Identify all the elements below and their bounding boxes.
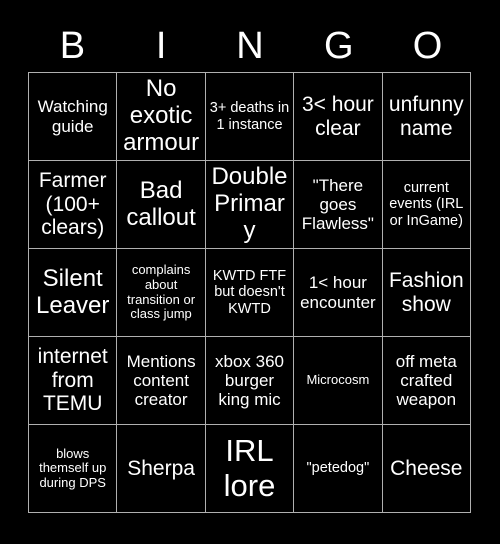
bingo-cell-label: blows themself up during DPS — [39, 445, 107, 490]
header-letter-g: G — [324, 25, 354, 67]
bingo-card: B I N G O Watching guide No exotic armou… — [0, 0, 500, 544]
bingo-cell-label: Mentions content creator — [126, 351, 196, 410]
bingo-cell-label: off meta crafted weapon — [395, 351, 457, 410]
bingo-cell[interactable]: Fashion show — [382, 249, 471, 337]
bingo-cell[interactable]: xbox 360 burger king mic — [205, 337, 295, 425]
bingo-cell-label: KWTD FTF but doesn't KWTD — [212, 268, 287, 317]
bingo-cell[interactable]: off meta crafted weapon — [382, 337, 471, 425]
bingo-cell[interactable]: "petedog" — [294, 425, 383, 513]
bingo-cell-label: "petedog" — [306, 460, 370, 477]
bingo-cell-label: Watching guide — [37, 97, 108, 136]
bingo-cell[interactable]: complains about transition or class jump — [117, 249, 206, 337]
bingo-cell[interactable]: Mentions content creator — [117, 337, 206, 425]
bingo-cell[interactable]: KWTD FTF but doesn't KWTD — [205, 249, 295, 337]
bingo-cell[interactable]: current events (IRL or InGame) — [382, 161, 471, 249]
bingo-cell-label: complains about transition or class jump — [127, 262, 196, 322]
bingo-cell[interactable]: IRL lore — [205, 425, 295, 513]
bingo-cell[interactable]: Farmer (100+ clears) — [29, 161, 118, 249]
bingo-cell-label: Sherpa — [127, 456, 195, 480]
bingo-cell[interactable]: 3< hour clear — [294, 73, 383, 161]
bingo-cell-label: internet from TEMU — [37, 345, 108, 416]
bingo-cell[interactable]: "There goes Flawless" — [294, 161, 383, 249]
bingo-cell-label: Fashion show — [388, 268, 464, 316]
bingo-cell[interactable]: Watching guide — [29, 73, 118, 161]
bingo-cell-label: xbox 360 burger king mic — [214, 351, 284, 410]
bingo-grid: Watching guide No exotic armour 3+ death… — [28, 72, 471, 513]
bingo-cell[interactable]: No exotic armour — [117, 73, 206, 161]
bingo-cell-label: Silent Leaver — [36, 264, 110, 319]
bingo-cell-label: 3< hour clear — [301, 92, 374, 140]
bingo-cell[interactable]: Cheese — [382, 425, 471, 513]
bingo-cell[interactable]: Microcosm — [294, 337, 383, 425]
header-letter-o: O — [412, 25, 443, 67]
bingo-cell-label: "There goes Flawless" — [301, 175, 374, 234]
bingo-cell-label: 1< hour encounter — [300, 273, 376, 312]
bingo-cell[interactable]: 3+ deaths in 1 instance — [205, 73, 295, 161]
bingo-cell[interactable]: unfunny name — [382, 73, 471, 161]
bingo-cell[interactable]: internet from TEMU — [29, 337, 118, 425]
bingo-cell-label: Bad callout — [126, 176, 196, 231]
bingo-cell-label: No exotic armour — [123, 75, 200, 156]
header-letter-i: I — [155, 25, 167, 67]
bingo-header: B I N G O — [28, 22, 472, 70]
bingo-cell-label: current events (IRL or InGame) — [389, 180, 464, 229]
bingo-cell-label: unfunny name — [388, 92, 464, 140]
bingo-cell[interactable]: Sherpa — [117, 425, 206, 513]
bingo-cell[interactable]: Bad callout — [117, 161, 206, 249]
bingo-cell-label: Farmer (100+ clears) — [38, 169, 107, 240]
bingo-cell-label: 3+ deaths in 1 instance — [209, 100, 290, 133]
bingo-cell[interactable]: blows themself up during DPS — [29, 425, 118, 513]
bingo-cell[interactable]: Double Primary — [205, 161, 295, 249]
bingo-cell-label: Cheese — [390, 456, 463, 480]
bingo-cell-label: IRL lore — [223, 432, 276, 503]
bingo-cell-label: Microcosm — [306, 372, 370, 388]
bingo-cell-label: Double Primary — [211, 163, 288, 244]
bingo-cell[interactable]: 1< hour encounter — [294, 249, 383, 337]
header-letter-b: B — [59, 25, 86, 67]
bingo-cell[interactable]: Silent Leaver — [29, 249, 118, 337]
header-letter-n: N — [236, 25, 264, 67]
